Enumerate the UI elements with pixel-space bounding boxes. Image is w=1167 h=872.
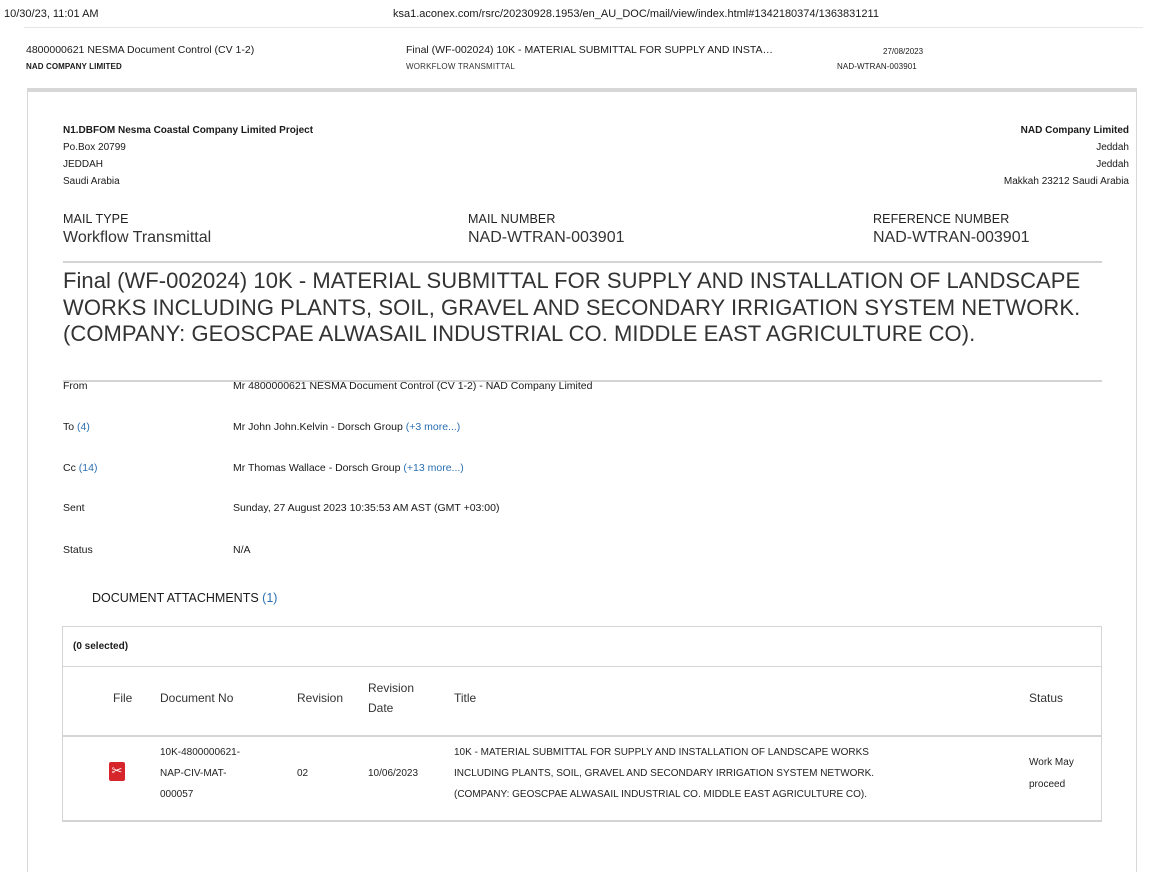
- recipient-address-line: Makkah 23212 Saudi Arabia: [1003, 176, 1129, 187]
- mail-type-label: MAIL TYPE: [63, 212, 129, 226]
- print-datetime: 10/30/23, 11:01 AM: [4, 8, 99, 20]
- to-value: Mr John John.Kelvin - Dorsch Group: [233, 421, 403, 433]
- cell-status: Work May proceed: [1029, 757, 1074, 790]
- reference-number-label: REFERENCE NUMBER: [873, 212, 1010, 226]
- mail-number-label: MAIL NUMBER: [468, 212, 556, 226]
- table-header-divider: [63, 735, 1101, 737]
- attachments-count[interactable]: (1): [262, 591, 277, 605]
- reference-number-block: REFERENCE NUMBER NAD-WTRAN-003901: [873, 212, 1029, 247]
- divider: [63, 261, 1102, 263]
- header-organization: NAD COMPANY LIMITED: [26, 62, 122, 71]
- recipient-address-line: Jeddah: [1096, 142, 1129, 153]
- to-label: To: [63, 421, 75, 433]
- selection-count: (0 selected): [63, 627, 1101, 667]
- mail-type-value: Workflow Transmittal: [63, 229, 212, 246]
- recipient-address: NAD Company Limited Jeddah Jeddah Makkah…: [1004, 122, 1129, 190]
- to-count-link[interactable]: (4): [77, 421, 90, 433]
- header-mail-number: NAD-WTRAN-003901: [837, 62, 917, 71]
- cc-count-link[interactable]: (14): [79, 462, 98, 474]
- cc-label: Cc: [63, 462, 76, 474]
- column-header-revision-date[interactable]: Revision Date: [368, 678, 414, 718]
- status-value: N/A: [233, 544, 251, 556]
- sender-address: N1.DBFOM Nesma Coastal Company Limited P…: [63, 122, 313, 190]
- reference-number-value: NAD-WTRAN-003901: [873, 229, 1030, 246]
- mail-number-block: MAIL NUMBER NAD-WTRAN-003901: [468, 212, 624, 247]
- sender-address-line: Po.Box 20799: [63, 142, 126, 153]
- column-header-document-no[interactable]: Document No: [160, 688, 233, 708]
- pdf-icon[interactable]: ✂: [109, 762, 125, 781]
- print-url: ksa1.aconex.com/rsrc/20230928.1953/en_AU…: [393, 8, 879, 20]
- column-header-revision[interactable]: Revision: [297, 688, 343, 708]
- cell-revision-date: 10/06/2023: [368, 768, 419, 779]
- header-sender: 4800000621 NESMA Document Control (CV 1-…: [26, 44, 255, 56]
- attachments-title: DOCUMENT ATTACHMENTS: [92, 591, 259, 605]
- mail-number-value: NAD-WTRAN-003901: [468, 229, 625, 246]
- sender-org-name: N1.DBFOM Nesma Coastal Company Limited P…: [63, 125, 314, 136]
- attachments-heading: DOCUMENT ATTACHMENTS (1): [92, 591, 277, 605]
- cc-value: Mr Thomas Wallace - Dorsch Group: [233, 462, 401, 474]
- header-mail-type: WORKFLOW TRANSMITTAL: [406, 62, 516, 71]
- sent-label: Sent: [63, 502, 85, 514]
- mail-subject: Final (WF-002024) 10K - MATERIAL SUBMITT…: [63, 268, 1081, 346]
- recipient-address-line: Jeddah: [1096, 159, 1129, 170]
- sender-address-line: Saudi Arabia: [63, 176, 120, 187]
- header-date: 27/08/2023: [883, 47, 924, 56]
- header-subject: Final (WF-002024) 10K - MATERIAL SUBMITT…: [406, 44, 774, 56]
- recipient-org-name: NAD Company Limited: [1020, 125, 1129, 136]
- print-header-divider: [24, 27, 1143, 28]
- column-header-file[interactable]: File: [113, 688, 132, 708]
- column-header-status[interactable]: Status: [1029, 688, 1063, 708]
- from-value: Mr 4800000621 NESMA Document Control (CV…: [233, 380, 593, 392]
- mail-header: 4800000621 NESMA Document Control (CV 1-…: [0, 40, 1167, 88]
- column-header-title[interactable]: Title: [454, 688, 476, 708]
- cc-more-link[interactable]: (+13 more...): [403, 462, 463, 474]
- attachments-table: (0 selected) File Document No Revision R…: [62, 626, 1102, 822]
- status-label: Status: [63, 544, 93, 556]
- sent-value: Sunday, 27 August 2023 10:35:53 AM AST (…: [233, 502, 500, 514]
- cell-document-no[interactable]: 10K-4800000621- NAP-CIV-MAT- 000057: [160, 742, 240, 805]
- print-header: 10/30/23, 11:01 AM ksa1.aconex.com/rsrc/…: [0, 0, 1167, 28]
- table-bottom-divider: [63, 820, 1101, 822]
- mail-sheet: N1.DBFOM Nesma Coastal Company Limited P…: [27, 88, 1137, 872]
- from-label: From: [63, 380, 88, 392]
- cell-revision: 02: [297, 768, 309, 779]
- cell-title: 10K - MATERIAL SUBMITTAL FOR SUPPLY AND …: [454, 747, 875, 800]
- mail-type-block: MAIL TYPE Workflow Transmittal: [63, 212, 211, 247]
- sender-address-line: JEDDAH: [63, 159, 104, 170]
- to-more-link[interactable]: (+3 more...): [406, 421, 461, 433]
